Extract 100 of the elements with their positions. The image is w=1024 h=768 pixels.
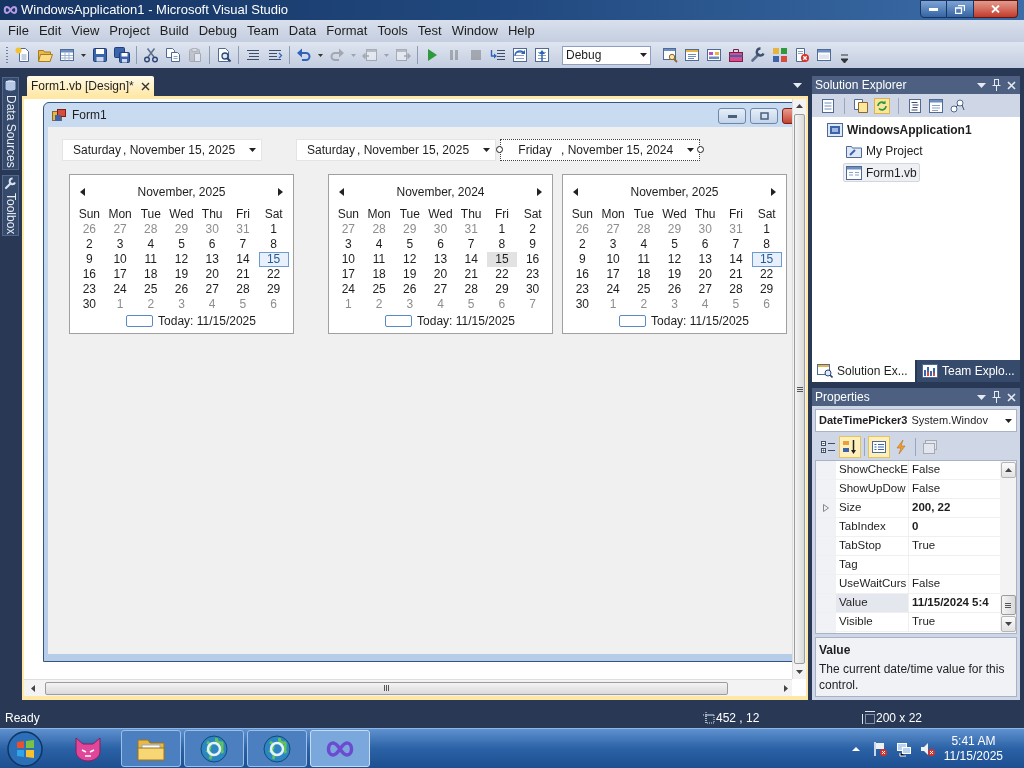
property-value[interactable]: 11/15/2024 5:4	[912, 594, 989, 612]
calendar-day[interactable]: 15	[486, 252, 517, 267]
window-icon[interactable]	[816, 47, 832, 63]
left-arrow-icon[interactable]	[31, 684, 35, 692]
menu-item[interactable]: Team	[242, 21, 284, 41]
calendar-day[interactable]: 28	[364, 222, 395, 237]
calendar-day[interactable]: 30	[74, 297, 105, 312]
side-tab[interactable]: Data Sources	[1, 77, 19, 170]
calendar-day[interactable]: 29	[166, 222, 197, 237]
menu-item[interactable]: Edit	[33, 21, 67, 41]
calendar-day[interactable]: 21	[720, 267, 751, 282]
refresh-icon[interactable]	[874, 97, 890, 114]
menu-item[interactable]: Data	[283, 21, 322, 41]
property-name[interactable]: Size	[836, 499, 909, 517]
calendar-day[interactable]: 13	[425, 252, 456, 267]
calendar-day[interactable]: 3	[105, 237, 136, 252]
toolbar-toggle[interactable]	[868, 436, 890, 458]
caret-icon[interactable]	[483, 148, 490, 152]
taskbar-button[interactable]	[247, 730, 307, 767]
calendar-day[interactable]: 11	[364, 252, 395, 267]
calendar-day[interactable]: 8	[751, 237, 782, 252]
calendar-title[interactable]: November, 2025	[137, 183, 226, 201]
property-value[interactable]: False	[912, 480, 941, 498]
calendar-day[interactable]: 5	[720, 297, 751, 312]
nodes-icon[interactable]	[949, 97, 965, 114]
date-picker[interactable]: Saturday , November 15, 2025	[62, 139, 262, 161]
calendar-day[interactable]: 16	[567, 267, 598, 282]
date-picker[interactable]: Friday , November 15, 2024	[500, 139, 700, 161]
side-tab[interactable]: Toolbox	[1, 174, 19, 237]
right-arrow-icon[interactable]	[784, 684, 788, 692]
pin-icon[interactable]	[992, 391, 1001, 403]
calendar-day[interactable]: 9	[74, 252, 105, 267]
clock[interactable]: 5:41 AM 11/15/2025	[943, 733, 1003, 764]
document-error-icon[interactable]	[794, 47, 810, 63]
calendar-day[interactable]: 24	[598, 282, 629, 297]
calendar-day[interactable]: 13	[690, 252, 721, 267]
calendar-day[interactable]: 30	[197, 222, 228, 237]
calendar-day[interactable]: 30	[567, 297, 598, 312]
calendar-day[interactable]: 1	[486, 222, 517, 237]
dropdown-icon[interactable]	[793, 83, 802, 88]
calendar-day[interactable]: 18	[135, 267, 166, 282]
minimize-button[interactable]	[920, 0, 947, 18]
calendar-day[interactable]: 29	[659, 222, 690, 237]
window-blocks-icon[interactable]	[706, 47, 722, 63]
calendar-day[interactable]: 10	[105, 252, 136, 267]
taskbar-button[interactable]	[121, 730, 181, 767]
calendar-day[interactable]: 29	[258, 282, 289, 297]
arrow-lines-icon[interactable]	[490, 47, 506, 63]
left-arrow-icon[interactable]	[339, 188, 344, 196]
today-link[interactable]: Today: 11/15/2025	[417, 312, 515, 330]
right-arrow-icon[interactable]	[771, 188, 776, 196]
scrollbar-thumb[interactable]	[1000, 595, 1016, 615]
calendar-day[interactable]: 27	[197, 282, 228, 297]
calendar-day[interactable]: 26	[394, 282, 425, 297]
calendar-day[interactable]: 5	[227, 297, 258, 312]
left-arrow-icon[interactable]	[80, 188, 85, 196]
property-name[interactable]: Visible	[836, 613, 909, 631]
calendar-day[interactable]: 28	[456, 282, 487, 297]
calendar-day[interactable]: 23	[517, 267, 548, 282]
calendar-day[interactable]: 2	[74, 237, 105, 252]
caret-icon[interactable]	[687, 148, 694, 152]
calendar-day[interactable]: 29	[394, 222, 425, 237]
calendar-day[interactable]: 12	[394, 252, 425, 267]
minimize-button[interactable]	[718, 108, 746, 124]
property-name[interactable]: ShowUpDow	[836, 480, 909, 498]
property-name[interactable]: ShowCheckE	[836, 461, 909, 479]
close-icon[interactable]	[140, 81, 150, 91]
undo-icon[interactable]	[296, 47, 312, 63]
code-page-icon[interactable]	[907, 97, 923, 114]
down-arrow-icon[interactable]	[796, 670, 803, 674]
calendar-day[interactable]: 29	[751, 282, 782, 297]
date-picker[interactable]: Saturday , November 15, 2025	[296, 139, 496, 161]
calendar-day[interactable]: 9	[567, 252, 598, 267]
menu-item[interactable]: Window	[446, 21, 503, 41]
document-magnifier-icon[interactable]	[216, 47, 232, 63]
property-value[interactable]: False	[912, 575, 941, 593]
calendar-day[interactable]: 1	[258, 222, 289, 237]
taskbar-button[interactable]	[184, 730, 244, 767]
property-name[interactable]: TabStop	[836, 537, 909, 555]
page-list-icon[interactable]	[820, 97, 836, 114]
today-link[interactable]: Today: 11/15/2025	[158, 312, 256, 330]
calendar-day[interactable]: 15	[258, 252, 289, 267]
property-name[interactable]: UseWaitCurs	[836, 575, 909, 593]
property-name[interactable]: Value	[836, 594, 909, 612]
calendar-day[interactable]: 22	[751, 267, 782, 282]
calendar-day[interactable]: 19	[394, 267, 425, 282]
calendar-day[interactable]: 24	[333, 282, 364, 297]
calendar-day[interactable]: 20	[197, 267, 228, 282]
calendar-day[interactable]: 17	[598, 267, 629, 282]
calendar-day[interactable]: 27	[690, 282, 721, 297]
property-value[interactable]: 200, 22	[912, 499, 951, 517]
copy-icon[interactable]	[165, 47, 181, 63]
calendar-day[interactable]: 18	[628, 267, 659, 282]
calendar-day[interactable]: 4	[197, 297, 228, 312]
calendar-day[interactable]: 23	[567, 282, 598, 297]
calendar-day[interactable]: 1	[105, 297, 136, 312]
calendar-day[interactable]: 11	[135, 252, 166, 267]
calendar-day[interactable]: 3	[394, 297, 425, 312]
scrollbar-thumb[interactable]	[45, 681, 728, 695]
calendar-day[interactable]: 19	[659, 267, 690, 282]
